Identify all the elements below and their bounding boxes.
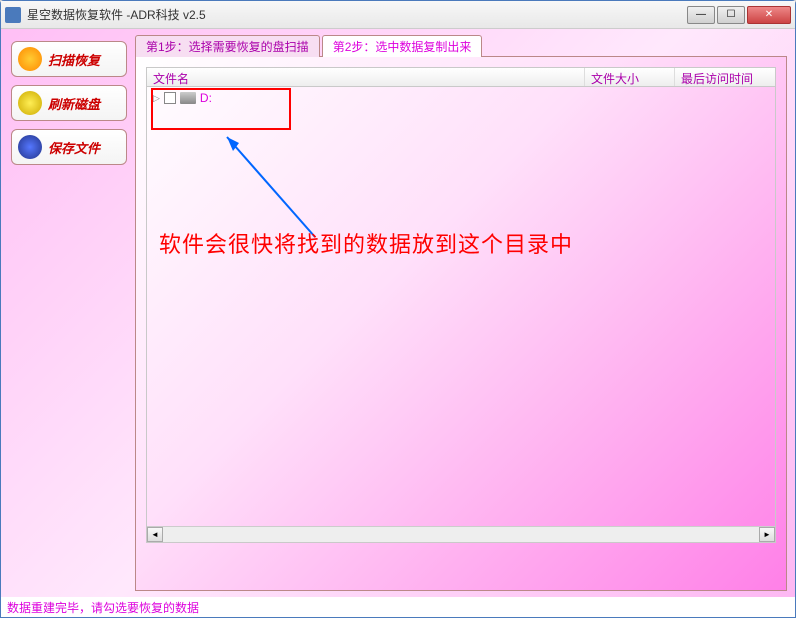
app-window: 星空数据恢复软件 -ADR科技 v2.5 — ☐ ✕ 扫描恢复 刷新磁盘 保存文… <box>0 0 796 618</box>
titlebar: 星空数据恢复软件 -ADR科技 v2.5 — ☐ ✕ <box>1 1 795 29</box>
scroll-left-button[interactable]: ◄ <box>147 527 163 542</box>
scroll-track[interactable] <box>163 527 759 542</box>
save-label: 保存文件 <box>48 138 100 157</box>
app-icon <box>5 7 21 23</box>
column-lastaccess[interactable]: 最后访问时间 <box>675 68 775 86</box>
horizontal-scrollbar[interactable]: ◄ ► <box>147 526 775 542</box>
tab-content: 文件名 文件大小 最后访问时间 ▷ D: <box>135 57 787 591</box>
minimize-button[interactable]: — <box>687 6 715 24</box>
sidebar: 扫描恢复 刷新磁盘 保存文件 <box>9 35 135 595</box>
tree-expand-icon[interactable]: ▷ <box>153 93 160 104</box>
column-filename[interactable]: 文件名 <box>147 68 585 86</box>
drive-label: D: <box>200 91 212 105</box>
refresh-disk-button[interactable]: 刷新磁盘 <box>11 85 127 121</box>
row-checkbox[interactable] <box>164 92 176 104</box>
file-list: ▷ D: 软件会很快将找到的数据放到这个目录中 ◄ ► <box>146 87 776 543</box>
tabs: 第1步：选择需要恢复的盘扫描 第2步：选中数据复制出来 <box>135 35 787 57</box>
list-header: 文件名 文件大小 最后访问时间 <box>146 67 776 87</box>
tab-step1[interactable]: 第1步：选择需要恢复的盘扫描 <box>135 35 320 57</box>
status-bar: 数据重建完毕，请勾选要恢复的数据 <box>1 597 795 617</box>
tab-step2[interactable]: 第2步：选中数据复制出来 <box>322 35 483 57</box>
drive-icon <box>180 92 196 104</box>
scan-recover-button[interactable]: 扫描恢复 <box>11 41 127 77</box>
save-file-button[interactable]: 保存文件 <box>11 129 127 165</box>
annotation-arrow-icon <box>215 127 335 247</box>
column-filesize[interactable]: 文件大小 <box>585 68 675 86</box>
scroll-right-button[interactable]: ► <box>759 527 775 542</box>
refresh-label: 刷新磁盘 <box>48 94 100 113</box>
app-body: 扫描恢复 刷新磁盘 保存文件 第1步：选择需要恢复的盘扫描 第2步：选中数据复制… <box>1 29 795 597</box>
window-controls: — ☐ ✕ <box>685 6 791 24</box>
save-icon <box>18 135 42 159</box>
scan-label: 扫描恢复 <box>48 50 100 69</box>
refresh-icon <box>18 91 42 115</box>
tree-row-drive[interactable]: ▷ D: <box>147 87 775 109</box>
close-button[interactable]: ✕ <box>747 6 791 24</box>
window-title: 星空数据恢复软件 -ADR科技 v2.5 <box>27 6 685 23</box>
maximize-button[interactable]: ☐ <box>717 6 745 24</box>
main-panel: 第1步：选择需要恢复的盘扫描 第2步：选中数据复制出来 文件名 文件大小 最后访… <box>135 35 787 595</box>
magnify-icon <box>18 47 42 71</box>
annotation-text: 软件会很快将找到的数据放到这个目录中 <box>159 227 573 259</box>
